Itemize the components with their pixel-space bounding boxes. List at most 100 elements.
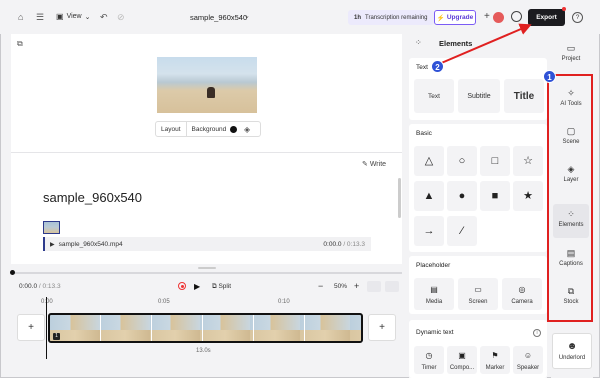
frame-divider bbox=[151, 315, 152, 341]
timeline-settings-icon[interactable] bbox=[385, 281, 399, 292]
avatar[interactable] bbox=[493, 12, 504, 23]
clip-frames bbox=[50, 330, 361, 341]
underlord-icon: ☻ bbox=[566, 341, 578, 352]
frame-divider bbox=[100, 315, 101, 341]
record-icon[interactable] bbox=[178, 282, 186, 290]
view-label: View bbox=[66, 13, 82, 20]
speaker-icon: ☺ bbox=[523, 350, 533, 360]
placeholder-screen-label: Screen bbox=[468, 298, 488, 305]
divider bbox=[11, 152, 402, 153]
resize-handle[interactable] bbox=[198, 267, 216, 269]
seek-bar[interactable] bbox=[11, 272, 402, 274]
write-label: Write bbox=[369, 161, 387, 168]
zoom-level[interactable]: 50% bbox=[334, 283, 347, 290]
folder-icon: ▭ bbox=[566, 43, 576, 53]
layout-button[interactable]: Layout bbox=[156, 122, 187, 136]
text-item-subtitle[interactable]: Subtitle bbox=[458, 79, 500, 113]
upgrade-button[interactable]: ⚡ Upgrade bbox=[434, 10, 476, 25]
export-button[interactable]: Export bbox=[528, 9, 565, 26]
split-button[interactable]: ⧉ Split bbox=[212, 283, 231, 291]
clip-duration: 13.0s bbox=[196, 348, 211, 354]
home-icon[interactable]: ⌂ bbox=[18, 12, 23, 22]
document-title[interactable]: sample_960x540 bbox=[43, 190, 142, 205]
placeholder-media-label: Media bbox=[425, 298, 443, 305]
media-total-time: / 0:13.3 bbox=[343, 240, 365, 248]
dynamic-text-section: Dynamic text i ◷ Timer ▣ Compo... ⚑ Mark… bbox=[409, 320, 547, 378]
camera-icon: ◎ bbox=[518, 284, 526, 294]
dynamic-marker[interactable]: ⚑ Marker bbox=[480, 346, 510, 374]
section-title: Dynamic text bbox=[416, 329, 454, 336]
dynamic-timer[interactable]: ◷ Timer bbox=[414, 346, 444, 374]
bolt-icon: ⚡ bbox=[436, 14, 445, 22]
ruler-tick: 0:10 bbox=[278, 299, 290, 305]
add-track-left-button[interactable]: + bbox=[17, 314, 45, 341]
help-icon[interactable]: ? bbox=[572, 12, 583, 23]
arrow-icon[interactable]: → bbox=[414, 216, 444, 246]
media-icon: ▤ bbox=[430, 284, 438, 294]
play-icon[interactable]: ▶ bbox=[194, 282, 200, 291]
zoom-in-icon[interactable]: + bbox=[354, 281, 359, 291]
line-icon[interactable]: ⁄ bbox=[447, 216, 477, 246]
elements-icon: ⁘ bbox=[415, 38, 422, 47]
transcription-label: Transcription remaining bbox=[365, 14, 428, 21]
sidebar-item-project[interactable]: ▭ Project bbox=[553, 43, 589, 62]
text-item-title[interactable]: Title bbox=[504, 79, 544, 113]
square-outline-icon[interactable]: □ bbox=[480, 146, 510, 176]
split-icon: ⧉ bbox=[212, 283, 217, 290]
media-row[interactable]: ▶ sample_960x540.mp4 0:00.0 / 0:13.3 bbox=[43, 237, 371, 251]
zoom-out-icon[interactable]: − bbox=[318, 281, 323, 291]
star-filled-icon[interactable]: ★ bbox=[513, 181, 543, 211]
text-item-text[interactable]: Text bbox=[414, 79, 454, 113]
sidebar-item-label: Project bbox=[561, 56, 581, 62]
timeline-total-time: / 0:13.3 bbox=[38, 283, 61, 290]
video-clip[interactable]: 1 bbox=[48, 313, 363, 343]
view-icon: ▣ bbox=[56, 12, 64, 21]
callout-badge: 2 bbox=[431, 60, 444, 73]
project-title[interactable]: sample_960x540 bbox=[190, 13, 247, 22]
placeholder-camera-label: Camera bbox=[511, 298, 533, 305]
square-filled-icon[interactable]: ■ bbox=[480, 181, 510, 211]
dynamic-speaker[interactable]: ☺ Speaker bbox=[513, 346, 543, 374]
redo-icon[interactable]: ⊘ bbox=[117, 12, 125, 22]
info-icon[interactable]: i bbox=[533, 329, 541, 337]
placeholder-section: Placeholder ▤ Media ▭ Screen ◎ Camera bbox=[409, 256, 547, 314]
highlight-box bbox=[547, 74, 593, 322]
circle-filled-icon[interactable]: ● bbox=[447, 181, 477, 211]
basic-section: Basic △ ○ □ ☆ ▲ ● ■ ★ → ⁄ bbox=[409, 124, 547, 252]
section-title: Placeholder bbox=[416, 262, 451, 269]
star-outline-icon[interactable]: ☆ bbox=[513, 146, 543, 176]
placeholder-screen[interactable]: ▭ Screen bbox=[458, 278, 498, 310]
underlord-label: Underlord bbox=[558, 355, 586, 361]
comment-icon[interactable] bbox=[511, 11, 522, 22]
add-track-right-button[interactable]: + bbox=[368, 314, 396, 341]
triangle-outline-icon[interactable]: △ bbox=[414, 146, 444, 176]
timeline-ruler: 0:00 0:05 0:10 bbox=[11, 297, 402, 307]
circle-outline-icon[interactable]: ○ bbox=[447, 146, 477, 176]
placeholder-camera[interactable]: ◎ Camera bbox=[502, 278, 542, 310]
underlord-button[interactable]: ☻ Underlord bbox=[552, 333, 592, 369]
text-section: Text Text Subtitle Title bbox=[409, 58, 547, 120]
layers-icon[interactable]: ◈ bbox=[244, 125, 250, 134]
write-button[interactable]: ✎ Write bbox=[362, 160, 386, 168]
aspect-ratio-icon[interactable]: ⧉ bbox=[17, 39, 23, 49]
title-chevron-icon[interactable]: ⌄ bbox=[244, 12, 250, 20]
seek-handle[interactable] bbox=[10, 270, 15, 275]
undo-icon[interactable]: ↶ bbox=[100, 12, 108, 22]
video-preview[interactable] bbox=[157, 57, 257, 113]
playhead[interactable] bbox=[46, 297, 47, 359]
background-color-swatch bbox=[230, 125, 238, 133]
triangle-filled-icon[interactable]: ▲ bbox=[414, 181, 444, 211]
scene-thumbnail[interactable] bbox=[43, 221, 60, 234]
placeholder-media[interactable]: ▤ Media bbox=[414, 278, 454, 310]
split-label: Split bbox=[218, 283, 232, 290]
scrollbar[interactable] bbox=[398, 178, 401, 218]
background-button[interactable]: Background bbox=[187, 122, 243, 136]
dynamic-composition[interactable]: ▣ Compo... bbox=[447, 346, 477, 374]
timeline-view-icon[interactable] bbox=[367, 281, 381, 292]
add-collaborator-icon[interactable]: + bbox=[484, 11, 490, 22]
upgrade-label: Upgrade bbox=[446, 14, 474, 21]
dynamic-composition-label: Compo... bbox=[449, 364, 475, 371]
menu-icon[interactable]: ☰ bbox=[36, 12, 44, 22]
view-button[interactable]: ▣ View ⌄ bbox=[56, 12, 90, 21]
panel-title: Elements bbox=[439, 39, 473, 48]
